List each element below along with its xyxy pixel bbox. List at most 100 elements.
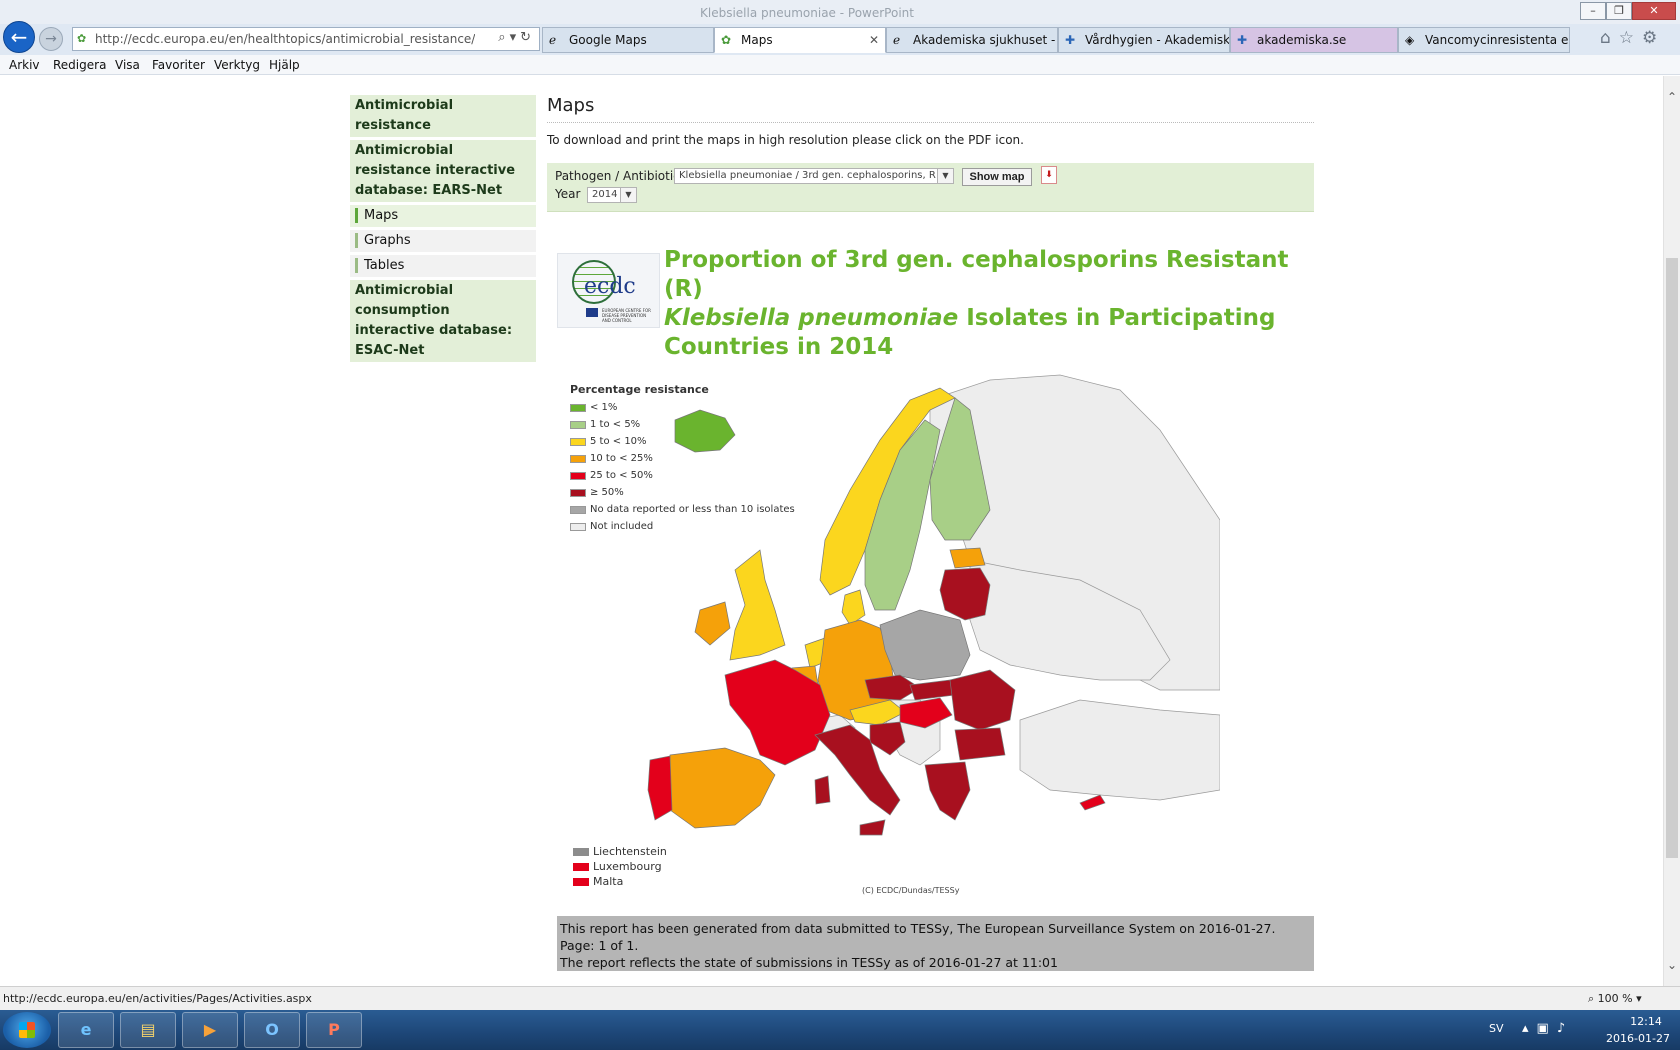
forward-button[interactable]: → (39, 27, 63, 51)
tab-vancomycinresistenta[interactable]: ◈ Vancomycinresistenta en... (1398, 27, 1570, 53)
country-sicily (859, 819, 886, 836)
close-tab-icon[interactable]: ✕ (869, 28, 879, 52)
menu-visa[interactable]: Visa (115, 58, 140, 72)
legend-swatch (570, 472, 586, 480)
menu-hjalp[interactable]: Hjälp (269, 58, 300, 72)
chevron-down-icon[interactable]: ▼ (937, 169, 953, 183)
tray-icons[interactable]: ▴▣♪ (1522, 1021, 1573, 1036)
internet-explorer-icon[interactable]: e (58, 1012, 114, 1048)
tab-google-maps[interactable]: ℯ Google Maps (542, 27, 714, 53)
scrollbar-thumb[interactable] (1666, 258, 1678, 858)
menu-favoriter[interactable]: Favoriter (152, 58, 205, 72)
download-note: To download and print the maps in high r… (547, 133, 1024, 147)
menu-verktyg[interactable]: Verktyg (214, 58, 260, 72)
network-icon[interactable]: ▣ (1537, 1021, 1557, 1036)
sidebar-item-ears-net[interactable]: Antimicrobial resistance interactive dat… (350, 140, 536, 202)
country-portugal (647, 755, 673, 821)
legend-label: 25 to < 50% (590, 470, 653, 481)
address-actions[interactable]: ⌕▾↻ (498, 30, 535, 45)
windows-taskbar: e ▤ ▶ O P SV ▴▣♪ 12:14 2016-01-27 (0, 1010, 1680, 1050)
legend-item: 10 to < 25% (570, 453, 795, 470)
map-filter-form: Pathogen / Antibiotic Klebsiella pneumon… (547, 163, 1314, 212)
pdf-icon[interactable]: ⬇ (1041, 166, 1057, 184)
report-line-2: The report reflects the state of submiss… (560, 955, 1058, 970)
zoom-control[interactable]: ⌕ 100 % ▾ (1588, 992, 1642, 1006)
menu-arkiv[interactable]: Arkiv (9, 58, 40, 72)
country-cyprus (1079, 794, 1106, 811)
year-value: 2014 (592, 189, 618, 200)
favorites-star-icon[interactable]: ☆ (1619, 28, 1642, 48)
sidebar-item-graphs[interactable]: Graphs (350, 230, 536, 252)
zoom-level: 100 % (1597, 992, 1633, 1005)
home-icon[interactable]: ⌂ (1600, 28, 1619, 48)
refresh-icon[interactable]: ↻ (520, 30, 535, 45)
report-line-1: This report has been generated from data… (560, 921, 1276, 953)
status-url: http://ecdc.europa.eu/en/activities/Page… (3, 992, 312, 1005)
tab-akademiska-se[interactable]: ✚ akademiska.se (1230, 27, 1398, 53)
volume-icon[interactable]: ♪ (1557, 1021, 1573, 1036)
sidebar-item-antimicrobial-resistance[interactable]: Antimicrobial resistance (350, 95, 536, 137)
year-select[interactable]: 2014 ▼ (587, 187, 637, 203)
item-marker (355, 233, 358, 248)
logo-wordmark: ecdc (584, 274, 636, 299)
tab-maps[interactable]: ✿ Maps ✕ (714, 27, 886, 53)
show-map-button[interactable]: Show map (962, 168, 1032, 186)
map-legend: Percentage resistance < 1% 1 to < 5% 5 t… (570, 383, 795, 538)
legend-item: < 1% (570, 402, 795, 419)
scroll-up-icon[interactable]: ⌃ (1667, 90, 1677, 104)
country-latvia-lithuania (939, 567, 991, 621)
country-romania (949, 669, 1016, 731)
legend-item: 5 to < 10% (570, 436, 795, 453)
vertical-scrollbar[interactable]: ⌃ ⌄ (1663, 76, 1680, 986)
sidebar-item-esac-net[interactable]: Antimicrobial consumption interactive da… (350, 280, 536, 362)
legend-label: No data reported or less than 10 isolate… (590, 504, 795, 515)
tab-vardhygien[interactable]: ✚ Vårdhygien - Akademisk... (1058, 27, 1230, 53)
legend-swatch (570, 489, 586, 497)
map-title-species: Klebsiella pneumoniae (664, 305, 959, 331)
pathogen-select[interactable]: Klebsiella pneumoniae / 3rd gen. cephalo… (674, 168, 954, 184)
chevron-down-icon[interactable]: ▼ (620, 188, 636, 202)
legend-label: Malta (593, 875, 624, 888)
start-button[interactable] (3, 1012, 51, 1048)
legend-label: 10 to < 25% (590, 453, 653, 464)
show-hidden-icon[interactable]: ▴ (1522, 1021, 1537, 1036)
back-button[interactable]: ← (3, 21, 35, 53)
address-bar[interactable]: ✿ http://ecdc.europa.eu/en/healthtopics/… (72, 27, 540, 51)
ecdc-tab-icon: ✿ (721, 33, 732, 47)
chevron-down-icon[interactable]: ▾ (1633, 992, 1642, 1005)
legend-swatch (570, 421, 586, 429)
legend-label: Luxembourg (593, 860, 662, 873)
tab-label: Google Maps (569, 33, 647, 47)
country-ireland (694, 601, 731, 646)
close-window-button[interactable]: ✕ (1632, 2, 1676, 20)
cross-tab-icon: ✚ (1065, 33, 1076, 47)
small-countries-legend: Liechtenstein Luxembourg Malta (573, 846, 667, 891)
tab-akademiska-sjukhuset[interactable]: ℯ Akademiska sjukhuset - L... (886, 27, 1058, 53)
media-player-icon[interactable]: ▶ (182, 1012, 238, 1048)
clock-date[interactable]: 2016-01-27 (1598, 1032, 1678, 1045)
eu-flag-icon (586, 308, 598, 317)
sidebar-item-maps[interactable]: Maps (350, 205, 536, 227)
tab-label: Akademiska sjukhuset - L... (913, 33, 1057, 47)
outlook-icon[interactable]: O (244, 1012, 300, 1048)
search-icon[interactable]: ⌕ (498, 30, 509, 45)
address-url[interactable]: http://ecdc.europa.eu/en/healthtopics/an… (95, 32, 475, 46)
file-explorer-icon[interactable]: ▤ (120, 1012, 176, 1048)
legend-label: Not included (590, 521, 654, 532)
settings-gear-icon[interactable]: ⚙ (1642, 28, 1665, 48)
sidebar-item-tables[interactable]: Tables (350, 255, 536, 277)
legend-swatch (570, 438, 586, 446)
language-indicator[interactable]: SV (1489, 1022, 1504, 1035)
scroll-down-icon[interactable]: ⌄ (1667, 958, 1677, 972)
maximize-button[interactable]: ❐ (1606, 2, 1632, 20)
menu-redigera[interactable]: Redigera (53, 58, 106, 72)
powerpoint-icon[interactable]: P (306, 1012, 362, 1048)
legend-item: Luxembourg (573, 861, 667, 876)
dropdown-icon[interactable]: ▾ (510, 30, 521, 45)
clock-time[interactable]: 12:14 (1611, 1015, 1680, 1028)
legend-swatch (573, 878, 589, 886)
tab-label: akademiska.se (1257, 33, 1347, 47)
minimize-button[interactable]: – (1580, 2, 1606, 20)
tab-label: Maps (741, 33, 773, 47)
legend-swatch (570, 523, 586, 531)
